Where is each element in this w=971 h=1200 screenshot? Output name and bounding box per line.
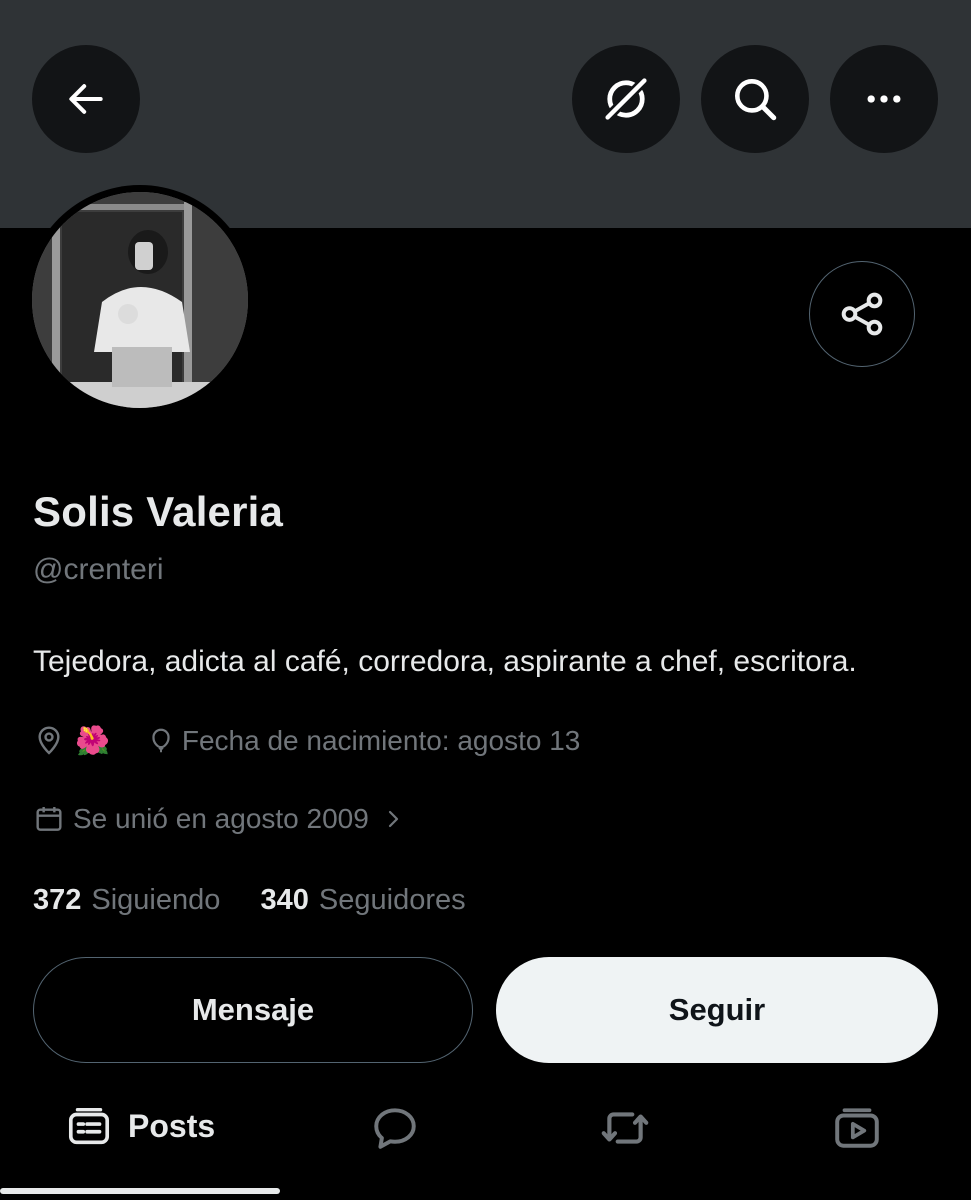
- following-link[interactable]: 372 Siguiendo: [33, 884, 228, 916]
- more-horizontal-icon: [867, 95, 901, 103]
- balloon-icon: [152, 728, 170, 752]
- birthday-text: Fecha de nacimiento: agosto 13: [181, 724, 581, 756]
- grok-icon: [601, 74, 651, 124]
- joined-text: Se unió en agosto 2009: [73, 803, 369, 834]
- followers-label: Seguidores: [318, 884, 466, 916]
- search-button[interactable]: [701, 45, 809, 153]
- repost-icon: [601, 1112, 649, 1144]
- arrow-left-icon: [69, 84, 103, 114]
- tab-posts[interactable]: Posts: [66, 1103, 215, 1149]
- reply-bubble-icon: [374, 1108, 416, 1149]
- profile-bio: Tejedora, adicta al café, corredora, asp…: [33, 645, 857, 678]
- tab-replies[interactable]: [370, 1103, 420, 1153]
- location-emoji: 🌺: [75, 725, 110, 756]
- avatar[interactable]: [25, 185, 255, 415]
- chevron-right-icon: [388, 810, 398, 828]
- share-icon: [841, 292, 883, 336]
- profile-meta-location-birthday: 🌺 Fecha de nacimiento: agosto 13: [33, 724, 580, 757]
- followers-link[interactable]: 340 Seguidores: [252, 884, 466, 916]
- joined-date-link[interactable]: Se unió en agosto 2009: [33, 803, 405, 835]
- profile-name: Solis Valeria: [33, 488, 284, 535]
- profile-handle: @crenteri: [33, 553, 164, 586]
- media-play-icon: [835, 1108, 879, 1148]
- location-pin-icon: [38, 725, 60, 755]
- calendar-icon: [36, 807, 62, 831]
- avatar-photo: [32, 192, 248, 408]
- share-profile-button[interactable]: [809, 261, 915, 367]
- profile-tabs: Posts: [0, 1085, 971, 1185]
- follow-counts: 372 Siguiendo 340 Seguidores: [33, 884, 466, 917]
- posts-icon: [68, 1107, 110, 1145]
- message-button[interactable]: Mensaje: [33, 957, 473, 1063]
- search-icon: [735, 79, 777, 121]
- grok-button[interactable]: [572, 45, 680, 153]
- following-label: Siguiendo: [91, 884, 221, 916]
- follow-button[interactable]: Seguir: [496, 957, 938, 1063]
- tab-reposts[interactable]: [598, 1103, 652, 1153]
- active-tab-indicator: [0, 1188, 280, 1194]
- following-count: 372: [33, 884, 82, 916]
- followers-count: 340: [260, 884, 309, 916]
- tab-posts-label: Posts: [128, 1107, 216, 1144]
- tab-media[interactable]: [832, 1103, 882, 1153]
- more-options-button[interactable]: [830, 45, 938, 153]
- back-button[interactable]: [32, 45, 140, 153]
